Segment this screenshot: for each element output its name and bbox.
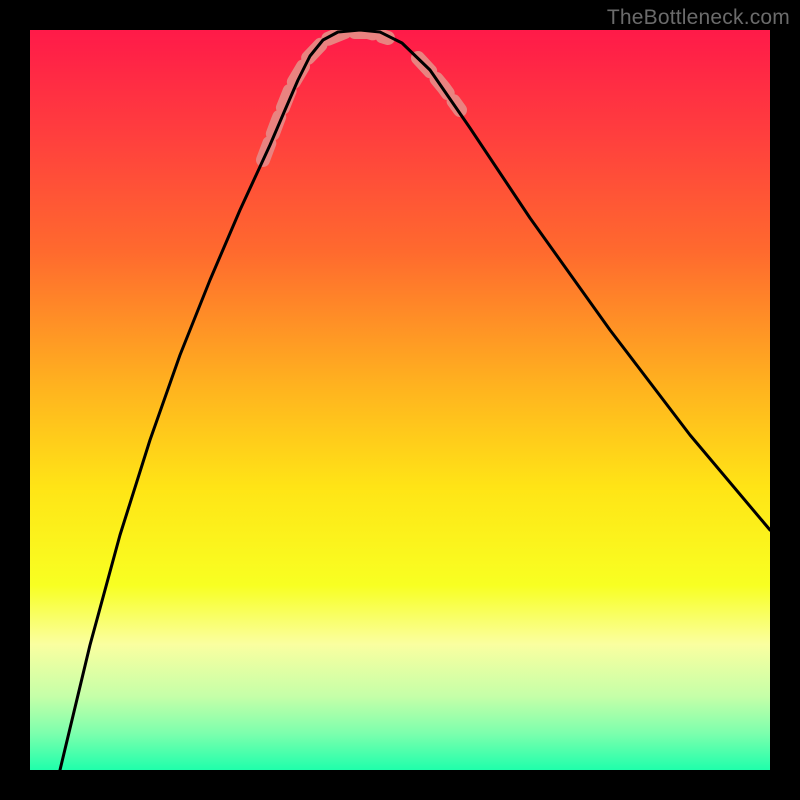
watermark-label: TheBottleneck.com bbox=[607, 6, 790, 30]
highlight-segment bbox=[263, 32, 388, 160]
bottleneck-curve bbox=[60, 30, 770, 770]
chart-svg bbox=[30, 30, 770, 770]
plot-area bbox=[30, 30, 770, 770]
chart-frame: TheBottleneck.com bbox=[0, 0, 800, 800]
